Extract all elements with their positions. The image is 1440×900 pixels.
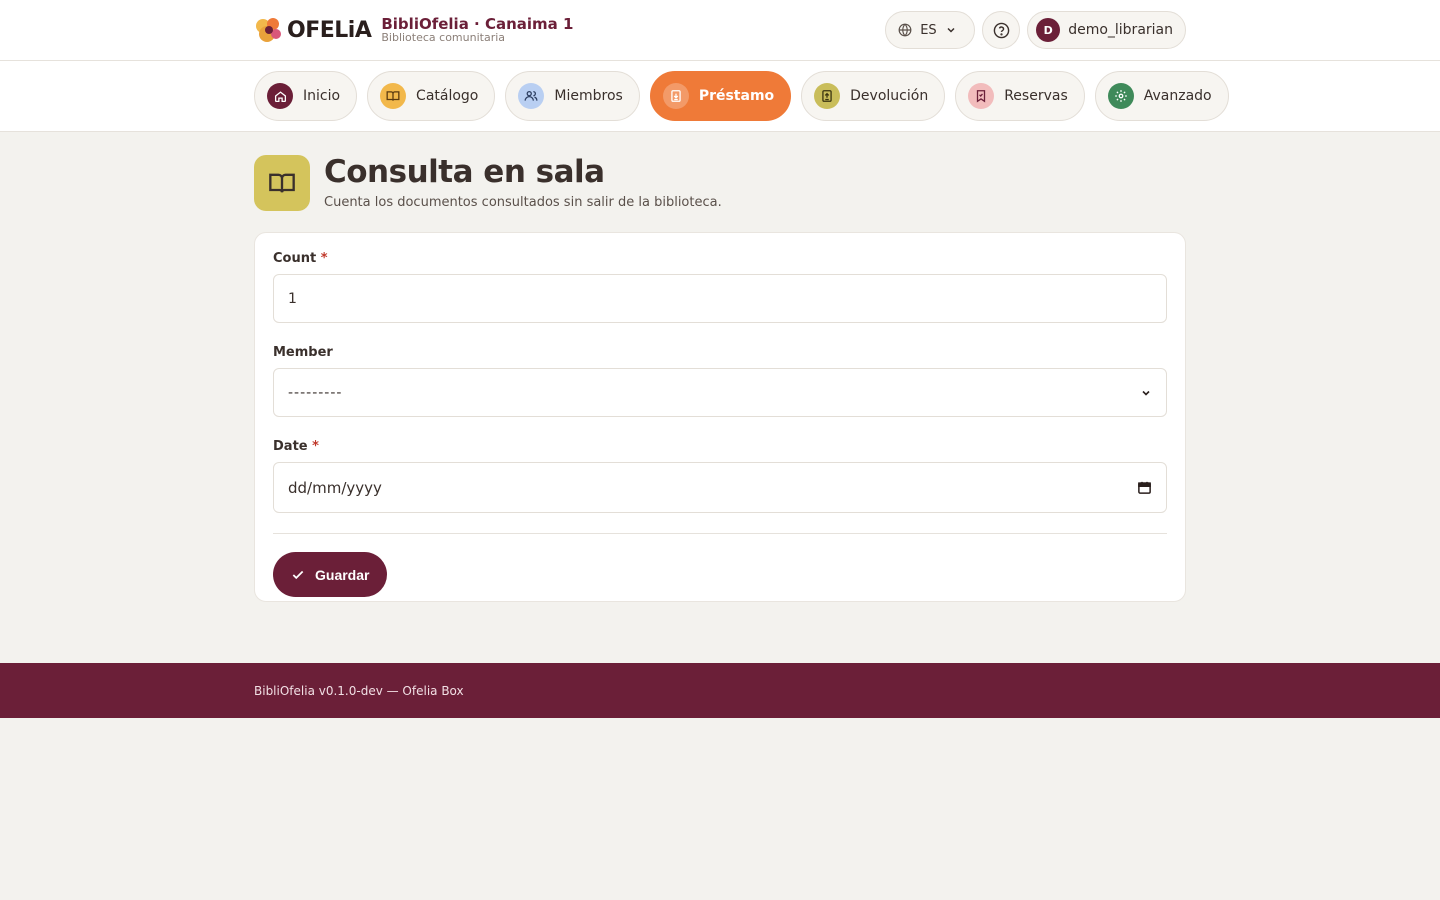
main-content: Consulta en sala Cuenta los documentos c… [254,155,1186,602]
nav-item-reservas[interactable]: Reservas [955,71,1085,121]
chevron-down-icon [947,27,955,33]
brand[interactable]: OFELiA BibliOfelia · Canaima 1 Bibliotec… [254,15,573,45]
main-nav: Inicio Catálogo Miembros Préstamo Devolu… [0,61,1440,132]
required-mark: * [320,251,328,266]
nav-label: Miembros [554,88,623,104]
logo: OFELiA [254,15,372,45]
page-header: Consulta en sala Cuenta los documentos c… [254,155,1186,211]
app-subtitle: Biblioteca comunitaria [381,31,506,45]
book-icon [386,91,400,101]
nav-item-avanzado[interactable]: Avanzado [1094,71,1229,121]
loan-icon [671,90,681,102]
count-input[interactable]: 1 [273,274,1167,323]
logo-text: OFELiA [287,17,372,43]
username: demo_librarian [1068,22,1173,38]
chevron-down-icon [1142,390,1150,396]
nav-label: Devolución [850,88,929,104]
top-bar: OFELiA BibliOfelia · Canaima 1 Bibliotec… [0,0,1440,61]
date-label: Date * [273,439,319,454]
nav-label: Catálogo [416,88,479,104]
users-icon [524,90,538,101]
page-icon [254,155,310,211]
save-button[interactable]: Guardar [273,552,388,597]
nav-label: Inicio [303,88,341,104]
nav-label: Reservas [1004,88,1068,104]
globe-icon [898,23,912,37]
count-label: Count * [273,251,328,266]
nav-item-catalogo[interactable]: Catálogo [367,71,496,121]
avatar: D [1036,18,1061,42]
form-card: Count * 1 Member --------- Date * dd/mm/… [254,232,1186,602]
member-label: Member [273,345,333,360]
return-icon [822,90,832,102]
language-label: ES [920,22,937,38]
help-icon [993,22,1009,38]
date-input[interactable]: dd/mm/yyyy [273,462,1167,513]
nav-label: Préstamo [698,88,775,104]
page-title: Consulta en sala [324,154,605,190]
date-placeholder: dd/mm/yyyy [288,478,382,497]
count-value: 1 [288,290,297,307]
help-button[interactable] [982,11,1021,49]
language-selector[interactable]: ES [885,11,976,49]
nav-label: Avanzado [1143,88,1212,104]
app-title: BibliOfelia · Canaima 1 [381,14,574,33]
divider [273,533,1167,534]
home-icon [274,90,286,102]
save-label: Guardar [315,566,370,583]
footer: BibliOfelia v0.1.0-dev — Ofelia Box [0,663,1440,718]
required-mark: * [312,439,319,454]
open-book-icon [269,173,295,193]
calendar-icon[interactable] [1137,480,1152,495]
nav-item-prestamo[interactable]: Préstamo [649,71,792,121]
member-select[interactable]: --------- [273,368,1167,417]
check-icon [292,570,304,579]
footer-text: BibliOfelia v0.1.0-dev — Ofelia Box [254,683,464,698]
member-selected-value: --------- [288,384,343,401]
page-subtitle: Cuenta los documentos consultados sin sa… [324,195,722,210]
nav-item-devolucion[interactable]: Devolución [801,71,946,121]
nav-item-miembros[interactable]: Miembros [505,71,640,121]
ofelia-logo-icon [256,18,281,42]
bookmark-icon [977,90,986,103]
user-menu[interactable]: D demo_librarian [1027,11,1186,49]
nav-item-inicio[interactable]: Inicio [254,71,358,121]
gear-icon [1114,90,1127,102]
